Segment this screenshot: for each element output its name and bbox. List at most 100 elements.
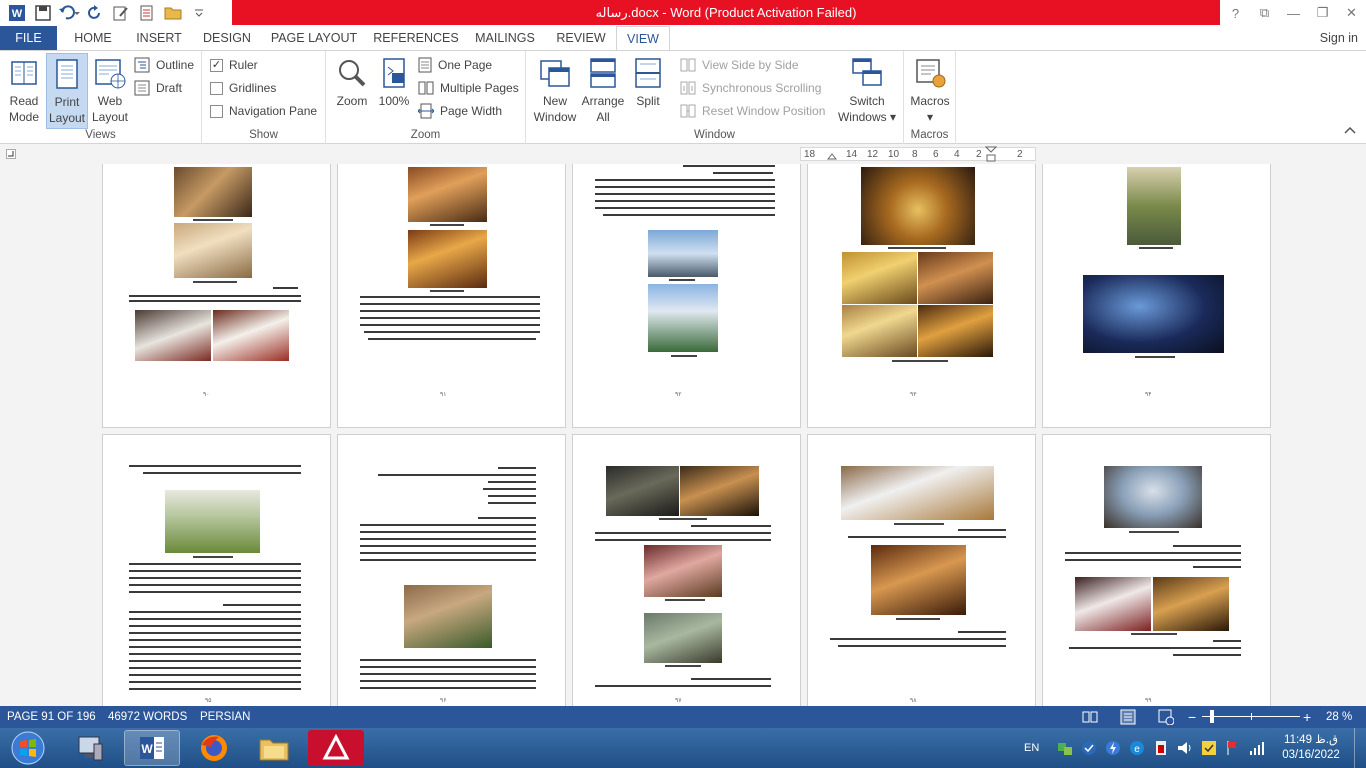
customize-qat-icon[interactable] [188,2,210,24]
tab-references[interactable]: REFERENCES [372,26,460,50]
clock[interactable]: 11:49 ق.ظ 03/16/2022 [1276,728,1346,768]
open-folder-icon[interactable] [162,2,184,24]
one-page-button[interactable]: One Page [418,55,492,75]
network-tray-icon[interactable] [1056,739,1074,757]
security-tray-icon[interactable] [1080,739,1098,757]
minimize-button[interactable]: — [1279,0,1308,26]
tab-review[interactable]: REVIEW [552,26,610,50]
read-mode-button[interactable]: Read Mode [4,53,44,125]
zoom-button[interactable]: Zoom [332,53,372,109]
tab-page-layout[interactable]: PAGE LAYOUT [268,26,360,50]
print-layout-view-icon[interactable] [1120,709,1136,725]
tab-selector-icon[interactable] [6,149,16,159]
gridlines-checkbox[interactable]: Gridlines [210,78,276,98]
left-indent-marker-icon[interactable] [827,150,837,160]
right-indent-marker-icon[interactable] [985,146,997,162]
tab-design[interactable]: DESIGN [198,26,256,50]
show-group-label: Show [249,129,278,141]
redo-icon[interactable] [84,2,106,24]
document-page[interactable]: ۹۹ [1042,434,1271,706]
power-tray-icon[interactable] [1104,739,1122,757]
device-tray-icon[interactable] [1152,739,1170,757]
taskbar-app-explorer[interactable] [246,730,302,766]
text-line [478,517,536,519]
text-line [129,591,301,593]
arrange-all-button[interactable]: Arrange All [580,53,626,125]
new-document-icon[interactable] [136,2,158,24]
gridlines-label: Gridlines [229,81,277,95]
new-window-button[interactable]: New Window [532,53,578,125]
taskbar-app-computer[interactable] [62,730,118,766]
draft-button[interactable]: Draft [134,78,182,98]
volume-tray-icon[interactable] [1176,739,1194,757]
document-page[interactable]: ۹۳ [807,164,1036,428]
tab-view[interactable]: VIEW [616,26,670,51]
page-width-button[interactable]: Page Width [418,101,502,121]
document-page[interactable]: ۹۰ [102,164,331,428]
word-count-status[interactable]: 46972 WORDS [108,706,187,728]
text-line [683,165,775,167]
zoom-in-button[interactable]: + [1303,706,1311,728]
taskbar-app-word[interactable]: W [124,730,180,766]
maximize-button[interactable]: ❐ [1308,0,1337,26]
zoom-out-button[interactable]: − [1188,706,1196,728]
outline-button[interactable]: Outline [134,55,194,75]
ruler-tick: 18 [804,149,816,160]
tab-mailings[interactable]: MAILINGS [470,26,540,50]
document-page[interactable]: ۹۶ [337,434,566,706]
ribbon-display-options-button[interactable]: ⧉ [1250,0,1279,26]
help-button[interactable]: ? [1221,0,1250,26]
view-side-by-side-button[interactable]: View Side by Side [680,55,799,75]
document-page[interactable]: ۹۷ [572,434,801,706]
zoom-level-status[interactable]: 28 % [1326,706,1352,728]
document-area[interactable]: ۹۰ ۹۱ ۹۲ ۹۳ ۹۴ ۹۵ ۹۶ ۹۷ ۹۸ ۹۹ [0,164,1366,706]
edit-document-icon[interactable] [110,2,132,24]
taskbar-app-firefox[interactable] [186,730,242,766]
zoom-100-label: 100% [378,94,410,108]
save-icon[interactable] [32,2,54,24]
language-status[interactable]: PERSIAN [200,706,251,728]
sign-in-link[interactable]: Sign in [1320,26,1358,50]
collapse-ribbon-icon[interactable] [1344,125,1356,139]
zoom-100-button[interactable]: 100% [376,53,412,109]
document-page[interactable]: ۹۴ [1042,164,1271,428]
draft-icon [134,80,150,96]
document-page[interactable]: ۹۱ [337,164,566,428]
switch-windows-button[interactable]: Switch Windows ▾ [836,53,898,125]
input-language-indicator[interactable]: EN [1024,728,1039,768]
navigation-pane-checkbox[interactable]: Navigation Pane [210,101,317,121]
sync-tray-icon[interactable]: e [1128,739,1146,757]
flag-tray-icon[interactable] [1224,739,1242,757]
photo-thumbnail [918,252,993,304]
taskbar-app-acrobat[interactable] [308,730,364,766]
read-mode-view-icon[interactable] [1082,710,1098,724]
split-button[interactable]: Split [628,53,668,109]
caption-line [1135,356,1175,358]
zoom-slider-thumb[interactable] [1210,710,1214,723]
web-layout-button[interactable]: Web Layout [90,53,130,125]
tab-home[interactable]: HOME [64,26,122,50]
undo-icon[interactable] [58,2,80,24]
notification-tray-icon[interactable] [1200,739,1218,757]
signal-tray-icon[interactable] [1248,739,1266,757]
web-layout-view-icon[interactable] [1158,709,1174,725]
horizontal-ruler[interactable]: 18 14 12 10 8 6 4 2 2 [800,146,1036,162]
page-count-status[interactable]: PAGE 91 OF 196 [7,706,96,728]
tab-insert[interactable]: INSERT [130,26,188,50]
document-page[interactable]: ۹۸ [807,434,1036,706]
text-line [498,467,536,469]
text-line [223,604,301,606]
tab-file[interactable]: FILE [0,26,57,50]
word-app-icon[interactable]: W [6,2,28,24]
ruler-checkbox[interactable]: ✓ Ruler [210,55,258,75]
start-button[interactable] [2,730,54,766]
reset-window-position-button[interactable]: Reset Window Position [680,101,825,121]
synchronous-scrolling-button[interactable]: Synchronous Scrolling [680,78,821,98]
macros-button[interactable]: Macros ▾ [908,53,952,125]
show-desktop-button[interactable] [1354,728,1366,768]
document-page[interactable]: ۹۵ [102,434,331,706]
close-button[interactable]: ✕ [1337,0,1366,26]
document-page[interactable]: ۹۲ [572,164,801,428]
print-layout-button[interactable]: Print Layout [46,53,88,129]
multiple-pages-button[interactable]: Multiple Pages [418,78,519,98]
